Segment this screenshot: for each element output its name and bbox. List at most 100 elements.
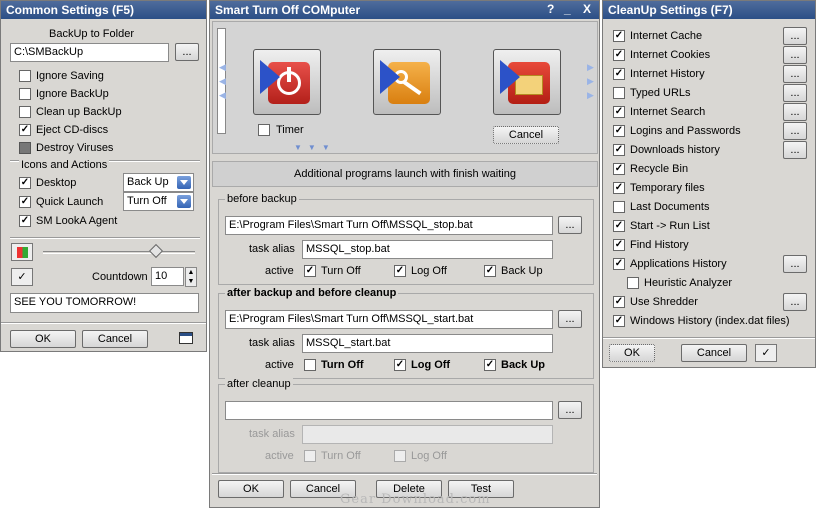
cleanup-more-button[interactable]: ... xyxy=(783,27,807,45)
icon-action-label: Quick Launch xyxy=(36,196,104,208)
icon-action-select[interactable]: Turn Off xyxy=(123,192,194,211)
cleanup-item-label: Find History xyxy=(630,239,689,251)
smart-ok-button[interactable]: OK xyxy=(218,480,284,498)
icon-action-checkbox[interactable]: ✓ xyxy=(19,177,31,189)
backup-folder-browse-button[interactable]: ... xyxy=(175,43,199,61)
cleanup-checkbox[interactable] xyxy=(613,87,625,99)
icon-action-checkbox[interactable]: ✓ xyxy=(19,196,31,208)
window-icon[interactable] xyxy=(179,332,193,344)
page-indicator: ▼▼▼ xyxy=(294,143,336,152)
apply-check-button[interactable]: ✓ xyxy=(755,344,777,362)
option-checkbox[interactable] xyxy=(19,88,31,100)
cleanup-cancel-button[interactable]: Cancel xyxy=(681,344,747,362)
countdown-input[interactable]: 10 xyxy=(151,267,184,286)
cleanup-item-label: Use Shredder xyxy=(630,296,698,308)
common-settings-title: Common Settings (F5) xyxy=(1,1,206,19)
cleanup-item-label: Last Documents xyxy=(630,201,710,213)
icon-action-checkbox[interactable]: ✓ xyxy=(19,215,31,227)
task-flag-checkbox[interactable]: ✓ xyxy=(484,265,496,277)
carousel-right-arrows[interactable]: ▶ ▶ ▶ xyxy=(587,60,594,102)
task-path-browse-button[interactable]: ... xyxy=(558,401,582,419)
cleanup-more-button[interactable]: ... xyxy=(783,65,807,83)
common-cancel-button[interactable]: Cancel xyxy=(82,330,148,348)
option-checkbox[interactable] xyxy=(19,106,31,118)
smart-turn-off-panel: Smart Turn Off COMputer ? _ X ◀ ◀ ◀ ▶ ▶ ▶ xyxy=(209,0,600,508)
backup-folder-input[interactable]: C:\SMBackUp xyxy=(10,43,169,62)
help-button[interactable]: ? xyxy=(547,1,554,18)
apply-check-button[interactable]: ✓ xyxy=(11,268,33,286)
cleanup-item-label: Recycle Bin xyxy=(630,163,689,175)
cleanup-checkbox[interactable]: ✓ xyxy=(613,220,625,232)
task-path-input[interactable]: E:\Program Files\Smart Turn Off\MSSQL_st… xyxy=(225,216,553,235)
task-path-browse-button[interactable]: ... xyxy=(558,216,582,234)
option-checkbox[interactable] xyxy=(19,70,31,82)
task-group-title: before backup xyxy=(225,193,299,206)
carousel-cancel-button[interactable]: Cancel xyxy=(493,126,559,144)
shutdown-message-input[interactable]: SEE YOU TOMORROW! xyxy=(10,293,199,313)
close-button[interactable]: X xyxy=(583,1,591,18)
cleanup-checkbox[interactable]: ✓ xyxy=(613,49,625,61)
task-path-browse-button[interactable]: ... xyxy=(558,310,582,328)
volume-slider-track[interactable] xyxy=(43,251,195,254)
carousel-left-arrows[interactable]: ◀ ◀ ◀ xyxy=(219,60,226,102)
task-flag-checkbox[interactable] xyxy=(394,450,406,462)
task-alias-input[interactable]: MSSQL_start.bat xyxy=(302,334,553,353)
additional-header: Additional programs launch with finish w… xyxy=(212,161,598,187)
cleanup-checkbox[interactable]: ✓ xyxy=(613,144,625,156)
task-active-label: active xyxy=(265,450,294,462)
timer-checkbox[interactable] xyxy=(258,124,270,136)
cleanup-checkbox[interactable]: ✓ xyxy=(613,239,625,251)
cleanup-checkbox[interactable]: ✓ xyxy=(613,125,625,137)
cleanup-checkbox[interactable]: ✓ xyxy=(613,315,625,327)
task-flag-checkbox[interactable]: ✓ xyxy=(484,359,496,371)
cleanup-checkbox[interactable]: ✓ xyxy=(613,30,625,42)
task-active-label: active xyxy=(265,265,294,277)
cleanup-checkbox[interactable] xyxy=(613,201,625,213)
task-path-input[interactable]: E:\Program Files\Smart Turn Off\MSSQL_st… xyxy=(225,310,553,329)
option-checkbox[interactable]: ✓ xyxy=(19,124,31,136)
cleanup-checkbox[interactable]: ✓ xyxy=(613,68,625,80)
cleanup-checkbox[interactable]: ✓ xyxy=(613,106,625,118)
task-group-title: after cleanup xyxy=(225,378,293,391)
watermark: Gear Download.com xyxy=(340,492,491,507)
cleanup-more-button[interactable]: ... xyxy=(783,122,807,140)
option-checkbox[interactable] xyxy=(19,142,31,154)
task-alias-input[interactable] xyxy=(302,425,553,444)
cleanup-more-button[interactable]: ... xyxy=(783,141,807,159)
icon-action-select[interactable]: Back Up xyxy=(123,173,194,192)
cleanup-more-button[interactable]: ... xyxy=(783,46,807,64)
common-footer-divider xyxy=(1,322,206,324)
task-flag-checkbox[interactable] xyxy=(304,450,316,462)
task-alias-input[interactable]: MSSQL_stop.bat xyxy=(302,240,553,259)
minimize-button[interactable]: _ xyxy=(564,1,571,18)
smart-footer-divider xyxy=(212,473,597,475)
task-path-input[interactable] xyxy=(225,401,553,420)
cleanup-ok-button[interactable]: OK xyxy=(609,344,655,362)
play-arrow-icon xyxy=(500,60,520,94)
cleanup-more-button[interactable]: ... xyxy=(783,293,807,311)
task-flag-checkbox[interactable]: ✓ xyxy=(304,265,316,277)
timer-label: Timer xyxy=(276,124,304,136)
task-flag-checkbox[interactable] xyxy=(304,359,316,371)
logoff-tile[interactable] xyxy=(373,49,441,115)
task-flag-checkbox[interactable]: ✓ xyxy=(394,359,406,371)
cleanup-checkbox[interactable]: ✓ xyxy=(613,182,625,194)
cleanup-checkbox[interactable]: ✓ xyxy=(613,258,625,270)
task-alias-label: task alias xyxy=(249,428,295,440)
color-picker-button[interactable] xyxy=(11,243,33,261)
backup-tile[interactable] xyxy=(493,49,561,115)
cleanup-checkbox[interactable]: ✓ xyxy=(613,163,625,175)
task-flag-checkbox[interactable]: ✓ xyxy=(394,265,406,277)
cleanup-more-button[interactable]: ... xyxy=(783,255,807,273)
cleanup-checkbox[interactable] xyxy=(627,277,639,289)
cleanup-item-label: Internet Cache xyxy=(630,30,703,42)
common-ok-button[interactable]: OK xyxy=(10,330,76,348)
cleanup-checkbox[interactable]: ✓ xyxy=(613,296,625,308)
countdown-spinner[interactable]: ▲ ▼ xyxy=(185,267,197,287)
cleanup-item-label: Internet History xyxy=(630,68,705,80)
cleanup-more-button[interactable]: ... xyxy=(783,84,807,102)
cleanup-more-button[interactable]: ... xyxy=(783,103,807,121)
shutdown-tile[interactable] xyxy=(253,49,321,115)
volume-slider-thumb[interactable] xyxy=(148,243,164,259)
additional-header-text: Additional programs launch with finish w… xyxy=(294,168,516,180)
